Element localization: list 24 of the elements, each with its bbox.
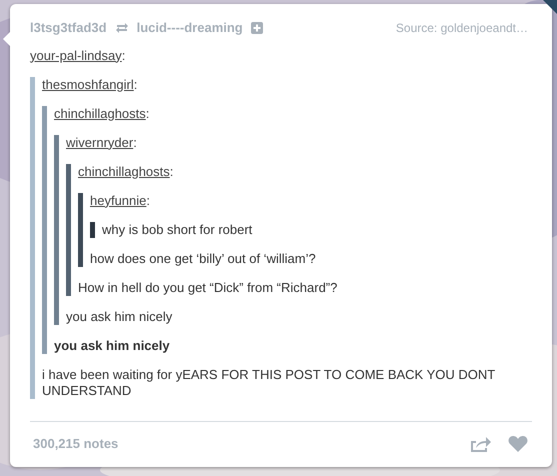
reblog-icon bbox=[114, 22, 129, 34]
colon: : bbox=[170, 164, 174, 178]
username-link[interactable]: wivernryder bbox=[66, 134, 134, 150]
reply-text: how does one get ‘billy’ out of ‘william’? bbox=[90, 250, 317, 266]
share-icon[interactable] bbox=[470, 434, 492, 453]
username-link[interactable]: heyfunnie bbox=[90, 192, 146, 208]
reply-text: you ask him nicely bbox=[66, 308, 174, 324]
plus-icon[interactable] bbox=[250, 22, 263, 34]
corner-fold-icon bbox=[543, 0, 557, 14]
reply-text: you ask him nicely bbox=[54, 338, 171, 354]
username-link[interactable]: chinchillaghosts bbox=[54, 106, 146, 120]
reply-text: why is bob short for robert bbox=[102, 222, 254, 238]
reply-text: i have been waiting for yEARS FOR THIS POST TO COME BACK YOU DONT UNDERSTAND bbox=[42, 366, 496, 398]
heart-icon[interactable] bbox=[508, 434, 528, 453]
colon: : bbox=[122, 48, 126, 62]
colon: : bbox=[146, 192, 150, 208]
username-link[interactable]: your-pal-lindsay bbox=[30, 48, 122, 62]
username-link[interactable]: thesmoshfangirl bbox=[42, 76, 134, 92]
reply-text: How in hell do you get “Dick” from “Richard”? bbox=[78, 280, 338, 296]
colon: : bbox=[146, 106, 150, 120]
colon: : bbox=[133, 134, 137, 150]
colon: : bbox=[134, 76, 138, 92]
quote-bar bbox=[90, 222, 95, 238]
username-link[interactable]: chinchillaghosts bbox=[78, 164, 170, 178]
